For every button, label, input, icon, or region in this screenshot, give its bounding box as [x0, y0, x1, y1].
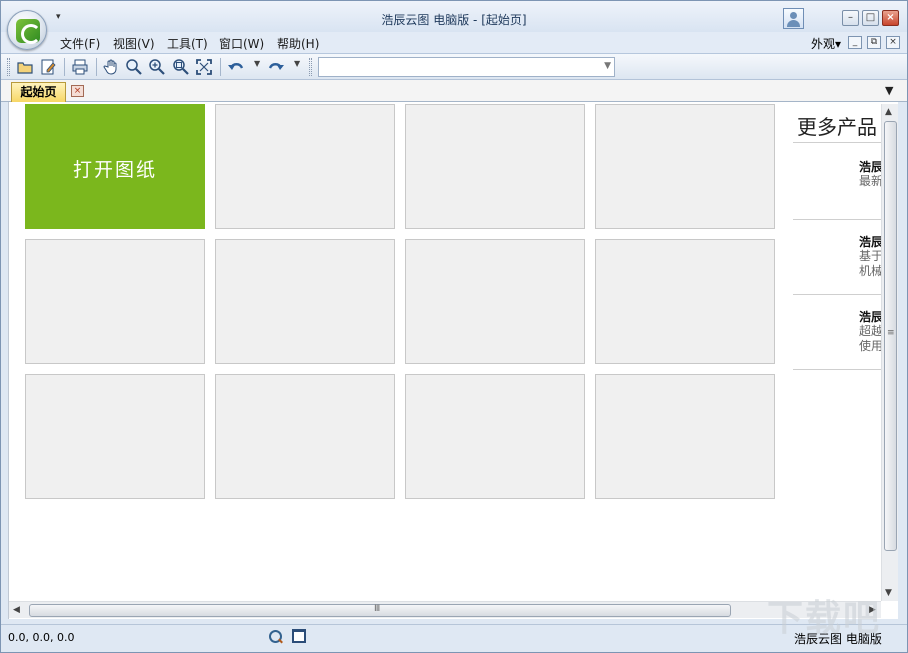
product-name[interactable]: 浩辰: [859, 233, 883, 250]
redo-icon[interactable]: [267, 58, 285, 76]
recent-file-tile[interactable]: [215, 104, 395, 229]
mdi-close-button[interactable]: ×: [886, 36, 900, 49]
divider: [793, 294, 883, 295]
scroll-grip-icon: ≡: [887, 328, 895, 338]
more-products-panel: 更多产品 浩辰 最新 浩辰 基于 机械 浩辰 超越 使用: [793, 102, 883, 402]
toolbar-separator: [96, 58, 97, 76]
divider: [793, 219, 883, 220]
window-title: 浩辰云图 电脑版 - [起始页]: [381, 13, 527, 27]
tab-start-page[interactable]: 起始页: [11, 82, 66, 102]
zoom-in-icon[interactable]: [148, 58, 166, 76]
app-window: ▾ 浩辰云图 电脑版 - [起始页] – □ × 文件(F) 视图(V) 工具(…: [0, 0, 908, 653]
product-description: 机械: [859, 264, 884, 278]
toolbar-combo-box[interactable]: ▼: [318, 57, 615, 77]
cursor-coordinates: 0.0, 0.0, 0.0: [8, 631, 75, 644]
scroll-grip-icon: Ⅲ: [374, 604, 381, 614]
open-drawing-tile[interactable]: 打开图纸: [25, 104, 205, 229]
recent-file-tile[interactable]: [405, 374, 585, 499]
product-description: 基于: [859, 249, 884, 263]
menu-tools[interactable]: 工具(T): [167, 35, 208, 52]
horizontal-scroll-thumb[interactable]: Ⅲ: [29, 604, 731, 617]
close-button[interactable]: ×: [882, 10, 899, 26]
divider: [793, 369, 883, 370]
save-icon[interactable]: [39, 58, 57, 76]
pan-hand-icon[interactable]: [103, 58, 121, 76]
window-layout-icon[interactable]: [292, 629, 306, 643]
mdi-restore-button[interactable]: ⧉: [867, 36, 881, 49]
recent-file-tile[interactable]: [595, 239, 775, 364]
recent-file-tile[interactable]: [595, 374, 775, 499]
product-description: 最新: [859, 174, 884, 188]
undo-dropdown-icon[interactable]: ▼: [254, 59, 260, 68]
print-icon[interactable]: [71, 58, 89, 76]
scroll-down-icon[interactable]: ▼: [885, 588, 892, 598]
title-bar: ▾ 浩辰云图 电脑版 - [起始页] – □ ×: [1, 1, 907, 32]
maximize-button[interactable]: □: [862, 10, 879, 26]
product-name[interactable]: 浩辰: [859, 308, 883, 325]
menu-help[interactable]: 帮助(H): [277, 35, 319, 52]
zoom-extents-icon[interactable]: [195, 58, 213, 76]
toolbar: ▼ ▼ ▼: [1, 54, 907, 80]
app-logo-icon: [16, 19, 41, 44]
scroll-up-icon[interactable]: ▲: [885, 107, 892, 117]
redo-dropdown-icon[interactable]: ▼: [294, 59, 300, 68]
undo-icon[interactable]: [227, 58, 245, 76]
start-page: 打开图纸 更多产品 浩辰 最新 浩辰 基于 机械 浩辰 超越 使用: [8, 102, 898, 619]
menu-view[interactable]: 视图(V): [113, 35, 155, 52]
product-name[interactable]: 浩辰: [859, 158, 883, 175]
recent-file-tile[interactable]: [215, 374, 395, 499]
toolbar-separator: [220, 58, 221, 76]
product-description: 超越: [859, 324, 884, 338]
scroll-left-icon[interactable]: ◀: [13, 605, 20, 615]
find-icon[interactable]: [268, 629, 284, 645]
toolbar-grip[interactable]: [7, 58, 10, 76]
appearance-menu[interactable]: 外观▾: [811, 35, 841, 52]
vertical-scrollbar[interactable]: ▲ ≡ ▼: [881, 104, 898, 601]
product-description: 使用: [859, 339, 884, 353]
vertical-scroll-thumb[interactable]: ≡: [884, 121, 897, 551]
menu-bar: 文件(F) 视图(V) 工具(T) 窗口(W) 帮助(H) 外观▾ _ ⧉ ×: [1, 32, 907, 54]
document-tab-strip: 起始页 × ▼: [1, 80, 907, 102]
status-app-name: 浩辰云图 电脑版: [794, 632, 882, 646]
more-products-title: 更多产品: [797, 115, 877, 139]
mdi-minimize-button[interactable]: _: [848, 36, 862, 49]
minimize-button[interactable]: –: [842, 10, 859, 26]
recent-file-tile[interactable]: [595, 104, 775, 229]
recent-file-tile[interactable]: [215, 239, 395, 364]
menu-file[interactable]: 文件(F): [60, 35, 100, 52]
status-bar: 0.0, 0.0, 0.0 浩辰云图 电脑版: [1, 624, 907, 652]
tab-list-menu-icon[interactable]: ▼: [885, 84, 893, 97]
divider: [793, 142, 883, 143]
toolbar-grip[interactable]: [309, 58, 312, 76]
zoom-icon[interactable]: [125, 58, 143, 76]
tab-close-icon[interactable]: ×: [71, 85, 84, 97]
open-drawing-label: 打开图纸: [72, 159, 157, 181]
horizontal-scrollbar[interactable]: ◀ Ⅲ ▶: [9, 601, 881, 618]
user-account-icon[interactable]: [783, 8, 804, 29]
open-folder-icon[interactable]: [16, 58, 34, 76]
recent-file-tile[interactable]: [405, 104, 585, 229]
toolbar-separator: [64, 58, 65, 76]
recent-file-tile[interactable]: [25, 239, 205, 364]
app-menu-button[interactable]: [7, 10, 47, 50]
menu-window[interactable]: 窗口(W): [219, 35, 264, 52]
scroll-right-icon[interactable]: ▶: [869, 605, 876, 615]
recent-file-tile[interactable]: [405, 239, 585, 364]
chevron-down-icon[interactable]: ▼: [604, 61, 611, 71]
zoom-window-icon[interactable]: [172, 58, 190, 76]
recent-file-tile[interactable]: [25, 374, 205, 499]
